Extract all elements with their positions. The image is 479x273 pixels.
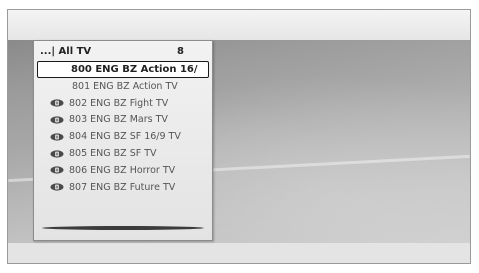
- bottom-band: [8, 243, 470, 263]
- scrambled-icon: [50, 149, 64, 158]
- channel-list-header: ...| All TV 8: [34, 41, 212, 61]
- channel-label: 805 ENG BZ SF TV: [69, 148, 157, 160]
- scrambled-icon: [50, 183, 64, 191]
- channel-list-panel: ...| All TV 8 800 ENG BZ Action 16/ 801 …: [33, 40, 213, 241]
- channel-list-title: ...| All TV: [40, 45, 92, 57]
- channel-item-800[interactable]: 800 ENG BZ Action 16/: [37, 61, 209, 78]
- channel-list: 800 ENG BZ Action 16/ 801 ENG BZ Action …: [34, 61, 212, 196]
- top-band: [8, 10, 470, 40]
- channel-item-807[interactable]: 807 ENG BZ Future TV: [34, 179, 212, 196]
- channel-item-805[interactable]: 805 ENG BZ SF TV: [34, 145, 212, 162]
- channel-count: 8: [177, 45, 184, 57]
- channel-label: 807 ENG BZ Future TV: [69, 181, 176, 193]
- scrambled-icon: [50, 116, 64, 124]
- scrambled-icon: [50, 133, 64, 141]
- channel-item-806[interactable]: 806 ENG BZ Horror TV: [34, 162, 212, 179]
- channel-label: 804 ENG BZ SF 16/9 TV: [69, 131, 181, 143]
- channel-item-801[interactable]: 801 ENG BZ Action TV: [34, 78, 212, 95]
- tv-screen: ...| All TV 8 800 ENG BZ Action 16/ 801 …: [7, 9, 471, 264]
- channel-label: 800 ENG BZ Action 16/: [71, 64, 198, 75]
- channel-label: 801 ENG BZ Action TV: [72, 80, 178, 92]
- channel-item-802[interactable]: 802 ENG BZ Fight TV: [34, 95, 212, 112]
- scrambled-icon: [50, 166, 64, 174]
- channel-label: 802 ENG BZ Fight TV: [69, 97, 169, 109]
- channel-item-803[interactable]: 803 ENG BZ Mars TV: [34, 112, 212, 129]
- channel-label: 806 ENG BZ Horror TV: [69, 164, 176, 176]
- scrambled-icon: [50, 99, 64, 107]
- channel-item-804[interactable]: 804 ENG BZ SF 16/9 TV: [34, 128, 212, 145]
- channel-label: 803 ENG BZ Mars TV: [69, 114, 168, 126]
- panel-footer-shadow: [42, 226, 204, 230]
